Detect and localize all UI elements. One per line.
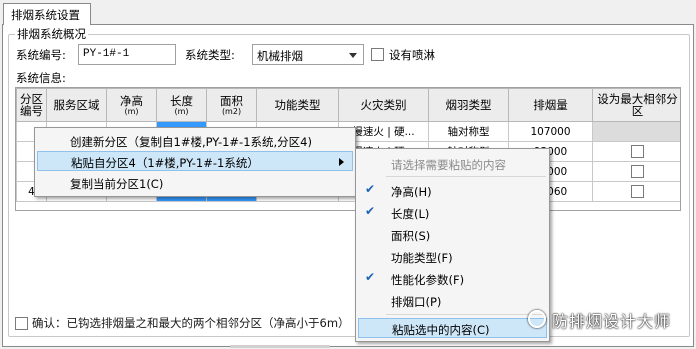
col-header-service-area[interactable]: 服务区域 — [46, 88, 107, 122]
col-header-max-adjacent[interactable]: 设为最大相邻分区 — [592, 88, 680, 122]
col-header-text: 分区编号 — [20, 92, 43, 118]
check-icon: ✔ — [365, 182, 376, 196]
col-header-text: 面积 — [220, 93, 243, 108]
submenu-item-label: 性能化参数(F) — [391, 273, 465, 287]
col-header-text: 火灾类别 — [360, 98, 407, 112]
context-menu: 创建新分区（复制自1#楼,PY-1#-1系统,分区4) 粘贴自分区4（1#楼,P… — [34, 127, 356, 197]
menu-separator — [386, 176, 546, 177]
max-adjacent-checkbox[interactable] — [631, 145, 644, 158]
check-icon: ✔ — [365, 204, 376, 218]
system-type-value: 机械排烟 — [257, 49, 303, 63]
col-header-text: 服务区域 — [53, 98, 100, 112]
check-icon: ✔ — [365, 270, 376, 284]
submenu-item-label: 排烟口(P) — [391, 295, 442, 309]
wechat-icon — [528, 310, 546, 328]
col-header-text: 烟羽类型 — [445, 98, 492, 112]
max-adjacent-checkbox[interactable] — [631, 185, 644, 198]
group-title: 排烟系统概况 — [15, 26, 88, 42]
system-type-label: 系统类型: — [185, 48, 235, 62]
system-no-input[interactable]: PY-1#-1 — [78, 44, 176, 65]
col-header-plume-type[interactable]: 烟羽类型 — [428, 88, 509, 122]
table-header-row: 分区编号 服务区域 净高 (m) 长度 (m) 面积 (m2) 功能类型 火灾类别 烟… — [16, 88, 680, 122]
paste-selected-button[interactable]: 粘贴选中的内容(C) — [358, 318, 547, 338]
submenu-item-label: 长度(L) — [391, 207, 430, 221]
col-header-unit: (m2) — [221, 106, 242, 116]
table-cell[interactable]: 107000 — [508, 121, 593, 142]
confirm-checkbox[interactable] — [15, 317, 28, 330]
table-cell[interactable]: 轴对称型 — [428, 121, 509, 142]
menu-item-paste-from-partition[interactable]: 粘贴自分区4（1#楼,PY-1#-1系统） — [37, 151, 353, 171]
col-header-text: 功能类型 — [274, 98, 321, 112]
menu-item-copy-partition[interactable]: 复制当前分区1(C) — [37, 173, 353, 193]
submenu-item-label: 面积(S) — [391, 229, 431, 243]
submenu-header: 请选择需要粘贴的内容 — [358, 154, 547, 174]
chevron-down-icon — [349, 53, 357, 58]
table-cell-checkbox[interactable] — [592, 181, 680, 202]
menu-item-create-partition[interactable]: 创建新分区（复制自1#楼,PY-1#-1系统,分区4) — [37, 131, 353, 151]
submenu-item-exhaust-outlet[interactable]: 排烟口(P) — [358, 291, 547, 311]
col-header-exhaust-volume[interactable]: 排烟量 — [508, 88, 593, 122]
menu-item-label: 复制当前分区1(C) — [70, 177, 164, 191]
col-header-text: 长度 — [170, 93, 193, 108]
menu-item-label: 粘贴自分区4（1#楼,PY-1#-1系统） — [71, 156, 259, 170]
system-info-label: 系统信息: — [16, 71, 66, 85]
tab-smoke-exhaust-settings[interactable]: 排烟系统设置 — [3, 3, 91, 25]
submenu-item-clear-height[interactable]: ✔ 净高(H) — [358, 181, 547, 201]
system-no-label: 系统编号: — [16, 48, 66, 62]
table-cell-disabled — [592, 121, 680, 142]
col-header-text: 设为最大相邻分区 — [597, 92, 678, 118]
sprinkler-label: 设有喷淋 — [389, 48, 435, 62]
col-header-length[interactable]: 长度 (m) — [156, 88, 207, 122]
col-header-unit: (m) — [124, 106, 139, 116]
col-header-text: 排烟量 — [533, 98, 568, 112]
submenu-header-text: 请选择需要粘贴的内容 — [391, 158, 506, 172]
col-header-clear-height[interactable]: 净高 (m) — [106, 88, 157, 122]
submenu-item-function-type[interactable]: 功能类型(F) — [358, 247, 547, 267]
submenu-item-area[interactable]: 面积(S) — [358, 225, 547, 245]
system-type-select[interactable]: 机械排烟 — [252, 44, 364, 65]
max-adjacent-checkbox[interactable] — [631, 165, 644, 178]
col-header-function-type[interactable]: 功能类型 — [256, 88, 339, 122]
col-header-area[interactable]: 面积 (m2) — [206, 88, 257, 122]
submenu-item-performance-params[interactable]: ✔ 性能化参数(F) — [358, 269, 547, 289]
submenu-item-label: 净高(H) — [391, 185, 432, 199]
scroll-indicator — [230, 345, 330, 348]
paste-submenu: 请选择需要粘贴的内容 ✔ 净高(H) ✔ 长度(L) 面积(S) 功能类型(F) ✔… — [355, 148, 550, 342]
confirm-text: 确认：已钩选排烟量之和最大的两个相邻分区（净高小于6m） — [32, 316, 350, 330]
col-header-unit: (m) — [174, 106, 189, 116]
col-header-text: 净高 — [120, 93, 143, 108]
watermark-text: 防排烟设计大师 — [552, 312, 672, 331]
chevron-right-icon — [339, 158, 344, 166]
menu-item-label: 创建新分区（复制自1#楼,PY-1#-1系统,分区4) — [70, 135, 312, 149]
table-cell-checkbox[interactable] — [592, 141, 680, 162]
submenu-item-length[interactable]: ✔ 长度(L) — [358, 203, 547, 223]
menu-separator — [386, 314, 546, 315]
col-header-fire-category[interactable]: 火灾类别 — [338, 88, 429, 122]
paste-selected-label: 粘贴选中的内容(C) — [392, 323, 490, 337]
col-header-partition-no[interactable]: 分区编号 — [16, 88, 47, 122]
sprinkler-checkbox[interactable] — [371, 48, 384, 61]
submenu-item-label: 功能类型(F) — [391, 251, 453, 265]
table-cell-checkbox[interactable] — [592, 161, 680, 182]
